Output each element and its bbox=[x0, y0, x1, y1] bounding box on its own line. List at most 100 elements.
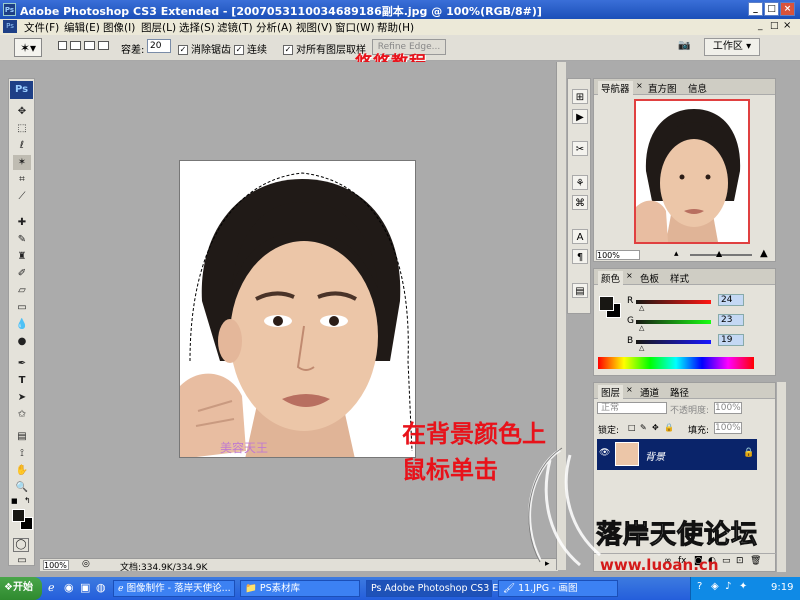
marquee-tool-icon[interactable]: ⬚ bbox=[13, 121, 31, 136]
menu-file[interactable]: 文件(F) bbox=[24, 20, 59, 35]
type-tool-icon[interactable]: T bbox=[13, 373, 31, 388]
r-slider-thumb-icon[interactable]: △ bbox=[639, 304, 644, 312]
g-slider[interactable] bbox=[636, 320, 711, 324]
hand-tool-icon[interactable]: ✋ bbox=[13, 463, 31, 478]
color-spectrum-bar[interactable] bbox=[598, 357, 754, 369]
doc-minimize-button[interactable]: _ bbox=[758, 21, 763, 31]
tab-color-close-icon[interactable]: × bbox=[626, 271, 633, 280]
tab-layers-close-icon[interactable]: × bbox=[626, 385, 633, 394]
paragraph-panel-icon[interactable]: ¶ bbox=[572, 249, 588, 264]
history-panel-icon[interactable]: ⊞ bbox=[572, 89, 588, 104]
eraser-tool-icon[interactable]: ▱ bbox=[13, 283, 31, 298]
delete-layer-icon[interactable]: 🗑 bbox=[750, 556, 761, 566]
new-selection-icon[interactable] bbox=[58, 41, 67, 50]
brushes-panel-icon[interactable]: ⚘ bbox=[572, 175, 588, 190]
task-browser[interactable]: ℯ 图像制作 - 落岸天使论... bbox=[113, 580, 235, 597]
character-panel-icon[interactable]: A bbox=[572, 229, 588, 244]
doc-restore-button[interactable]: □ bbox=[770, 21, 779, 31]
actions-panel-icon[interactable]: ▶ bbox=[572, 109, 588, 124]
intersect-selection-icon[interactable] bbox=[98, 41, 109, 50]
tab-navigator-close-icon[interactable]: × bbox=[636, 81, 643, 90]
tab-swatches[interactable]: 色板 bbox=[640, 271, 659, 285]
navigator-zoom-field[interactable]: 100% bbox=[596, 250, 640, 260]
lasso-tool-icon[interactable]: ℓ bbox=[13, 138, 31, 153]
shape-tool-icon[interactable]: ✩ bbox=[13, 407, 31, 422]
menu-help[interactable]: 帮助(H) bbox=[377, 20, 414, 35]
r-value-field[interactable]: 24 bbox=[718, 294, 744, 306]
blur-tool-icon[interactable]: 💧 bbox=[13, 317, 31, 332]
dodge-tool-icon[interactable]: ● bbox=[13, 334, 31, 349]
lock-pixels-icon[interactable]: ✎ bbox=[640, 423, 647, 432]
history-brush-icon[interactable]: ✐ bbox=[13, 266, 31, 281]
layer-name[interactable]: 背景 bbox=[645, 448, 665, 463]
task-photoshop[interactable]: Ps Adobe Photoshop CS3 E... bbox=[366, 580, 507, 597]
tab-layers[interactable]: 图层 bbox=[598, 385, 624, 399]
b-slider[interactable] bbox=[636, 340, 711, 344]
bridge-icon[interactable]: 📷 bbox=[678, 40, 698, 54]
navigator-thumbnail[interactable] bbox=[634, 99, 750, 244]
color-fg-swatch[interactable] bbox=[599, 296, 614, 311]
quick-mask-icon[interactable]: ◯ bbox=[13, 538, 29, 552]
zoom-slider-thumb-icon[interactable]: ▲ bbox=[716, 249, 722, 258]
zoom-in-icon[interactable]: ▲ bbox=[760, 248, 768, 259]
tray-volume-icon[interactable]: ♪ bbox=[725, 581, 731, 592]
path-select-icon[interactable]: ➤ bbox=[13, 390, 31, 405]
task-folder[interactable]: 📁 PS素材库 bbox=[240, 580, 360, 597]
menu-layer[interactable]: 图层(L) bbox=[141, 20, 176, 35]
quicklaunch-qq-icon[interactable]: ◍ bbox=[96, 581, 106, 594]
menu-image[interactable]: 图像(I) bbox=[103, 20, 135, 35]
new-group-icon[interactable]: ▭ bbox=[722, 556, 731, 566]
b-slider-thumb-icon[interactable]: △ bbox=[639, 344, 644, 352]
tab-paths[interactable]: 路径 bbox=[670, 385, 689, 399]
workspace-dropdown[interactable]: 工作区 ▾ bbox=[704, 38, 760, 56]
minimize-button[interactable]: _ bbox=[748, 2, 763, 16]
lock-all-icon[interactable]: 🔒 bbox=[664, 423, 674, 432]
magic-wand-tool-icon[interactable]: ✶ bbox=[13, 155, 31, 170]
default-colors-icon[interactable]: ■ bbox=[11, 497, 21, 505]
tab-styles[interactable]: 样式 bbox=[670, 271, 689, 285]
tray-network-icon[interactable]: ◈ bbox=[711, 581, 719, 592]
g-value-field[interactable]: 23 bbox=[718, 314, 744, 326]
notes-tool-icon[interactable]: ▤ bbox=[13, 429, 31, 444]
r-slider[interactable] bbox=[636, 300, 711, 304]
subtract-selection-icon[interactable] bbox=[84, 41, 95, 50]
add-selection-icon[interactable] bbox=[70, 41, 81, 50]
tab-info[interactable]: 信息 bbox=[688, 81, 707, 95]
maximize-button[interactable]: □ bbox=[764, 2, 779, 16]
opacity-field[interactable]: 100% bbox=[714, 402, 742, 414]
g-slider-thumb-icon[interactable]: △ bbox=[639, 324, 644, 332]
zoom-level-field[interactable]: 100% bbox=[43, 560, 69, 570]
crop-tool-icon[interactable]: ⌗ bbox=[13, 172, 31, 187]
close-button[interactable]: × bbox=[780, 2, 795, 16]
pen-tool-icon[interactable]: ✒ bbox=[13, 356, 31, 371]
new-layer-icon[interactable]: ⊡ bbox=[736, 556, 744, 566]
tab-navigator[interactable]: 导航器 bbox=[598, 81, 633, 95]
contiguous-checkbox[interactable]: ✓ 连续 bbox=[234, 41, 267, 56]
status-menu-icon[interactable]: ◎ bbox=[82, 559, 90, 569]
start-button[interactable]: ❖开始 bbox=[0, 577, 42, 600]
lock-transparency-icon[interactable]: □ bbox=[628, 423, 636, 432]
gradient-tool-icon[interactable]: ▭ bbox=[13, 300, 31, 315]
antialias-checkbox[interactable]: ✓ 消除锯齿 bbox=[178, 41, 231, 56]
tolerance-input[interactable]: 20 bbox=[147, 39, 171, 53]
tray-help-icon[interactable]: ? bbox=[697, 581, 702, 592]
clone-source-icon[interactable]: ⌘ bbox=[572, 195, 588, 210]
document-canvas[interactable]: 美容天王 bbox=[179, 160, 416, 458]
layers-scrollbar[interactable] bbox=[776, 382, 786, 572]
all-layers-checkbox[interactable]: ✓ 对所有图层取样 bbox=[283, 41, 366, 56]
layer-comps-icon[interactable]: ▤ bbox=[572, 283, 588, 298]
quicklaunch-desktop-icon[interactable]: ▣ bbox=[80, 581, 90, 594]
menu-window[interactable]: 窗口(W) bbox=[335, 20, 375, 35]
tool-presets-icon[interactable]: ✂ bbox=[572, 141, 588, 156]
quicklaunch-ie-icon[interactable]: ℯ bbox=[48, 581, 55, 594]
blend-mode-select[interactable]: 正常 bbox=[597, 402, 667, 414]
swap-colors-icon[interactable]: ↰ bbox=[24, 496, 34, 505]
tray-antivirus-icon[interactable]: ✦ bbox=[739, 581, 747, 592]
menu-select[interactable]: 选择(S) bbox=[179, 20, 215, 35]
tab-color[interactable]: 颜色 bbox=[598, 271, 624, 285]
lock-position-icon[interactable]: ✥ bbox=[652, 423, 659, 432]
tab-channels[interactable]: 通道 bbox=[640, 385, 659, 399]
ps-menu-icon[interactable]: Ps bbox=[3, 20, 17, 33]
clone-stamp-icon[interactable]: ♜ bbox=[13, 249, 31, 264]
move-tool-icon[interactable]: ✥ bbox=[13, 104, 31, 119]
